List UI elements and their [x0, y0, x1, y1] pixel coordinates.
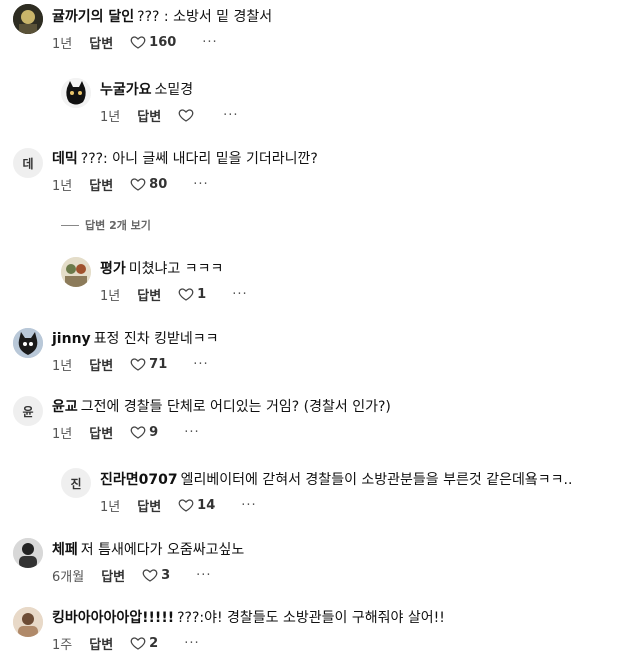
- avatar[interactable]: [61, 78, 91, 108]
- like-count: 71: [149, 356, 168, 372]
- comment-time: 1년: [52, 358, 73, 374]
- comment-time: 6개월: [52, 569, 85, 585]
- avatar[interactable]: [13, 328, 43, 358]
- avatar-initial: 윤: [22, 404, 34, 419]
- comment-username[interactable]: jinny: [52, 331, 91, 347]
- more-options-icon[interactable]: ···: [184, 425, 199, 440]
- heart-icon: [142, 569, 158, 582]
- like-button[interactable]: 9: [130, 424, 158, 440]
- avatar-initial: 데: [22, 156, 34, 171]
- heart-icon: [178, 109, 194, 122]
- like-button[interactable]: 80: [130, 176, 167, 192]
- comment-text: ???:야! 경찰들도 소방관들이 구해줘야 살어!!: [177, 610, 445, 626]
- heart-icon: [130, 36, 146, 49]
- comment-text: 소밑경: [154, 82, 194, 98]
- more-options-icon[interactable]: ···: [241, 498, 256, 513]
- comment-username[interactable]: 체페: [52, 542, 78, 558]
- more-options-icon[interactable]: ···: [196, 568, 211, 583]
- comment-text: 엘리베이터에 갇혀서 경찰들이 소방관분들을 부른것 같은데욬ㅋㅋ..: [180, 472, 573, 488]
- more-options-icon[interactable]: ···: [193, 177, 208, 192]
- reply-button[interactable]: 답변: [137, 285, 161, 304]
- like-count: 2: [149, 635, 159, 651]
- heart-icon: [130, 358, 146, 371]
- like-count: 160: [149, 34, 177, 50]
- comment-text: ??? : 소방서 밑 경찰서: [137, 9, 273, 25]
- like-count: 80: [149, 176, 168, 192]
- comment-text: ???: 아니 글쎄 내다리 밑을 기더라니깐?: [80, 151, 318, 167]
- avatar-initial: 진: [70, 476, 82, 491]
- like-button[interactable]: 14: [178, 497, 215, 513]
- like-button[interactable]: 1: [178, 286, 206, 302]
- comment-time: 1주: [52, 637, 73, 653]
- comment-time: 1년: [100, 288, 121, 304]
- reply-button[interactable]: 답변: [89, 423, 113, 442]
- like-button[interactable]: 3: [142, 567, 170, 583]
- heart-icon: [130, 637, 146, 650]
- comment-text: 표정 진차 킹받네ㅋㅋ: [93, 331, 219, 347]
- like-button[interactable]: [178, 107, 197, 123]
- reply-button[interactable]: 답변: [89, 355, 113, 374]
- more-options-icon[interactable]: ···: [223, 108, 238, 123]
- comment-username[interactable]: 누굴가요: [100, 82, 152, 98]
- comment-username[interactable]: 윤교: [52, 399, 78, 415]
- comment-username[interactable]: 데믹: [52, 151, 78, 167]
- like-count: 9: [149, 424, 159, 440]
- avatar[interactable]: 데: [13, 148, 43, 178]
- comment-username[interactable]: 킹바아아아아압!!!!!: [52, 610, 174, 626]
- reply-button[interactable]: 답변: [89, 33, 113, 52]
- comment-username[interactable]: 진라면0707: [100, 472, 178, 488]
- more-options-icon[interactable]: ···: [184, 636, 199, 651]
- more-options-icon[interactable]: ···: [193, 357, 208, 372]
- comment-text: 미쳤냐고 ㅋㅋㅋ: [128, 261, 224, 277]
- heart-icon: [130, 426, 146, 439]
- more-options-icon[interactable]: ···: [202, 35, 217, 50]
- avatar[interactable]: [13, 4, 43, 34]
- reply-button[interactable]: 답변: [101, 566, 125, 585]
- view-replies-label: 답변 2개 보기: [85, 219, 151, 232]
- avatar[interactable]: [13, 538, 43, 568]
- reply-button[interactable]: 답변: [89, 634, 113, 653]
- like-count: 3: [161, 567, 171, 583]
- like-button[interactable]: 160: [130, 34, 176, 50]
- comment-time: 1년: [52, 426, 73, 442]
- comment-text: 저 틈새에다가 오줌싸고싶노: [80, 542, 245, 558]
- comment-text: 그전에 경찰들 단체로 어디있는 거임? (경찰서 인가?): [80, 399, 391, 415]
- comment-username[interactable]: 귤까기의 달인: [52, 9, 134, 25]
- like-count: 1: [197, 286, 207, 302]
- heart-icon: [178, 499, 194, 512]
- like-button[interactable]: 2: [130, 635, 158, 651]
- avatar[interactable]: 윤: [13, 396, 43, 426]
- avatar[interactable]: [61, 257, 91, 287]
- like-button[interactable]: 71: [130, 356, 167, 372]
- avatar[interactable]: [13, 607, 43, 637]
- reply-button[interactable]: 답변: [137, 106, 161, 125]
- comment-time: 1년: [100, 499, 121, 515]
- more-options-icon[interactable]: ···: [232, 287, 247, 302]
- comment-username[interactable]: 평가: [100, 261, 126, 277]
- divider: [61, 224, 79, 226]
- heart-icon: [130, 178, 146, 191]
- comment-time: 1년: [52, 36, 73, 52]
- avatar[interactable]: 진: [61, 468, 91, 498]
- reply-button[interactable]: 답변: [89, 175, 113, 194]
- reply-button[interactable]: 답변: [137, 496, 161, 515]
- comment-time: 1년: [52, 178, 73, 194]
- heart-icon: [178, 288, 194, 301]
- comment-time: 1년: [100, 109, 121, 125]
- view-replies-button[interactable]: 답변 2개 보기: [61, 217, 151, 233]
- like-count: 14: [197, 497, 216, 513]
